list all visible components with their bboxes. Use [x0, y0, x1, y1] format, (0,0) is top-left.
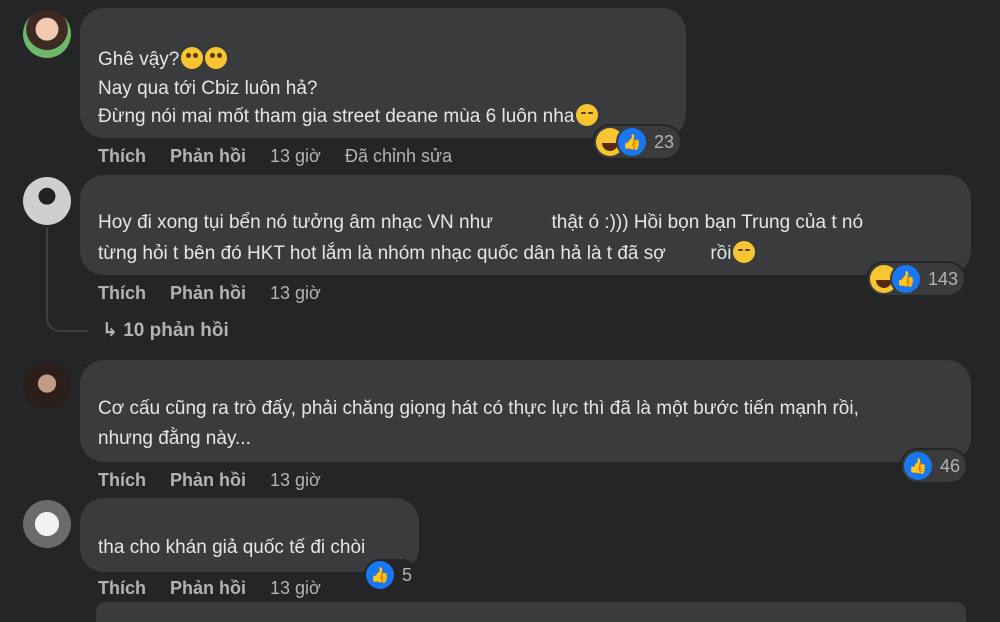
comment-text: Nay qua tới Cbiz luôn hả? — [98, 78, 318, 99]
reaction-count: 5 — [402, 564, 413, 585]
like-button[interactable]: Thích — [98, 578, 146, 599]
comment-text: Cơ cấu cũng ra trò đấy, phải chăng giọng… — [98, 398, 859, 419]
comment-bubble: Cơ cấu cũng ra trò đấy, phải chăng giọng… — [80, 360, 971, 462]
next-comment-bubble — [96, 602, 966, 622]
view-replies-label: 10 phản hồi — [123, 320, 229, 341]
comment-text: tha cho khán giả quốc tế đi chòi — [98, 537, 366, 558]
avatar[interactable] — [23, 10, 71, 58]
reply-button[interactable]: Phản hồi — [170, 470, 246, 491]
reply-button[interactable]: Phản hồi — [170, 283, 246, 304]
reply-arrow-icon: ↳ — [102, 320, 118, 341]
comment-text: nhưng đằng này... — [98, 428, 251, 449]
like-reaction-icon: 👍 — [904, 452, 932, 480]
timestamp[interactable]: 13 giờ — [270, 146, 321, 167]
like-reaction-icon: 👍 — [618, 128, 646, 156]
reaction-summary[interactable]: 👍 46 — [902, 450, 967, 482]
shush-emoji-icon — [205, 47, 228, 69]
reaction-summary[interactable]: 👍 23 — [594, 126, 681, 158]
timestamp[interactable]: 13 giờ — [270, 470, 321, 491]
comment-actions: Thích Phản hồi 13 giờ — [98, 578, 398, 600]
comment-text: từng hỏi t bên đó HKT hot lắm là nhóm nh… — [98, 243, 666, 264]
reaction-count: 46 — [940, 455, 961, 476]
comment-actions: Thích Phản hồi 13 giờ Đã chỉnh sửa — [98, 146, 498, 168]
reply-button[interactable]: Phản hồi — [170, 578, 246, 599]
comment-text: thật ó :))) Hồi bọn bạn Trung của t nó — [551, 212, 864, 233]
comment-text: Đừng nói mai mốt tham gia street deane m… — [98, 106, 575, 127]
rofl-emoji-icon — [733, 241, 756, 263]
reaction-summary[interactable]: 👍 143 — [868, 263, 965, 295]
comment-text: Hoy đi xong tụi bển nó tưởng âm nhạc VN … — [98, 212, 493, 233]
reaction-count: 143 — [928, 268, 959, 289]
avatar[interactable] — [23, 500, 71, 548]
avatar[interactable] — [23, 362, 71, 410]
edited-label: Đã chỉnh sửa — [345, 146, 453, 166]
comment-actions: Thích Phản hồi 13 giờ — [98, 470, 398, 492]
like-reaction-icon: 👍 — [892, 265, 920, 293]
comment-bubble: tha cho khán giả quốc tế đi chòi — [80, 498, 419, 572]
avatar[interactable] — [23, 177, 71, 225]
comment-text: rồi — [710, 243, 732, 264]
reply-button[interactable]: Phản hồi — [170, 146, 246, 167]
like-button[interactable]: Thích — [98, 470, 146, 491]
comment-bubble: Hoy đi xong tụi bển nó tưởng âm nhạc VN … — [80, 175, 971, 275]
view-replies-link[interactable]: ↳ 10 phản hồi — [102, 319, 229, 342]
shush-emoji-icon — [181, 47, 204, 69]
comment-actions: Thích Phản hồi 13 giờ — [98, 283, 398, 305]
comment-text: Ghê vậy? — [98, 49, 180, 70]
like-button[interactable]: Thích — [98, 283, 146, 304]
reaction-count: 23 — [654, 131, 675, 152]
timestamp[interactable]: 13 giờ — [270, 578, 321, 599]
like-button[interactable]: Thích — [98, 146, 146, 167]
timestamp[interactable]: 13 giờ — [270, 283, 321, 304]
rofl-emoji-icon — [576, 104, 599, 126]
comment-bubble: Ghê vậy? Nay qua tới Cbiz luôn hả? Đừng … — [80, 8, 686, 138]
